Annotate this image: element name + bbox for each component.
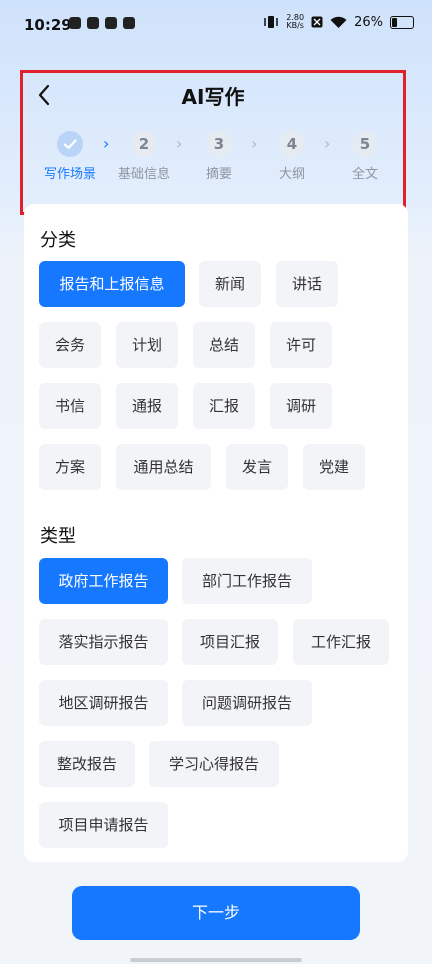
battery-percent: 26% — [354, 14, 383, 30]
step-1: 写作场景 — [35, 131, 105, 182]
next-step-button[interactable]: 下一步 — [72, 886, 360, 940]
category-chip[interactable]: 汇报 — [193, 383, 255, 429]
step-5: 5 全文 — [330, 131, 400, 182]
step-4-label: 大纲 — [278, 167, 305, 182]
check-icon — [57, 131, 83, 157]
category-chip[interactable]: 新闻 — [199, 261, 261, 307]
category-chip[interactable]: 许可 — [270, 322, 332, 368]
step-3-number: 3 — [206, 131, 232, 157]
type-chip[interactable]: 项目汇报 — [182, 619, 278, 665]
step-3-label: 摘要 — [205, 167, 232, 182]
category-chip[interactable]: 会务 — [39, 322, 101, 368]
category-chip[interactable]: 总结 — [193, 322, 255, 368]
step-2-label: 基础信息 — [117, 167, 170, 182]
category-chip[interactable]: 通报 — [116, 383, 178, 429]
net-speed-unit: KB/s — [286, 21, 304, 30]
type-chip[interactable]: 问题调研报告 — [182, 680, 312, 726]
category-chip[interactable]: 计划 — [116, 322, 178, 368]
category-chip[interactable]: 报告和上报信息 — [39, 261, 185, 307]
home-indicator[interactable] — [130, 958, 302, 962]
step-2: 2 基础信息 — [109, 131, 179, 182]
category-chip[interactable]: 书信 — [39, 383, 101, 429]
leaf-icon — [123, 17, 135, 29]
category-chip[interactable]: 党建 — [303, 444, 365, 490]
nfc-icon — [311, 16, 323, 28]
step-indicator: 写作场景 › 2 基础信息 › 3 摘要 › 4 大纲 › 5 全文 — [23, 131, 403, 191]
type-chip[interactable]: 部门工作报告 — [182, 558, 312, 604]
category-chip[interactable]: 讲话 — [276, 261, 338, 307]
type-chip[interactable]: 项目申请报告 — [39, 802, 168, 848]
type-chip[interactable]: 政府工作报告 — [39, 558, 168, 604]
type-chip[interactable]: 工作汇报 — [293, 619, 389, 665]
step-4-number: 4 — [279, 131, 305, 157]
options-card: 分类 报告和上报信息 新闻 讲话 会务 计划 总结 许可 书信 通报 汇报 调研… — [24, 204, 408, 862]
step-4: 4 大纲 — [257, 131, 327, 182]
net-speed: 2.80 KB/s — [286, 14, 304, 30]
pinwheel-icon — [87, 17, 99, 29]
status-time: 10:29 — [24, 16, 72, 34]
step-5-number: 5 — [352, 131, 378, 157]
status-bar: 10:29 2.80 KB/s 26% — [0, 0, 432, 52]
category-chip[interactable]: 方案 — [39, 444, 101, 490]
type-chip[interactable]: 学习心得报告 — [149, 741, 279, 787]
step-2-number: 2 — [131, 131, 157, 157]
header-highlight-box: AI写作 写作场景 › 2 基础信息 › 3 摘要 › 4 大纲 › 5 全文 — [20, 70, 406, 215]
step-3: 3 摘要 — [184, 131, 254, 182]
category-chip[interactable]: 调研 — [270, 383, 332, 429]
notification-icons — [69, 17, 135, 29]
page-title: AI写作 — [181, 85, 245, 109]
type-chip[interactable]: 落实指示报告 — [39, 619, 168, 665]
step-1-label: 写作场景 — [43, 167, 96, 182]
app-icon — [105, 17, 117, 29]
step-5-label: 全文 — [351, 167, 378, 182]
category-title: 分类 — [40, 230, 76, 251]
type-title: 类型 — [40, 526, 76, 547]
vibrate-icon — [264, 16, 279, 28]
category-chip[interactable]: 通用总结 — [116, 444, 211, 490]
category-chip[interactable]: 发言 — [226, 444, 288, 490]
mail-icon — [69, 17, 81, 29]
battery-icon — [390, 15, 414, 29]
type-chip[interactable]: 整改报告 — [39, 741, 135, 787]
type-chip[interactable]: 地区调研报告 — [39, 680, 168, 726]
wifi-icon — [330, 16, 347, 28]
chevron-right-icon: › — [176, 134, 183, 153]
